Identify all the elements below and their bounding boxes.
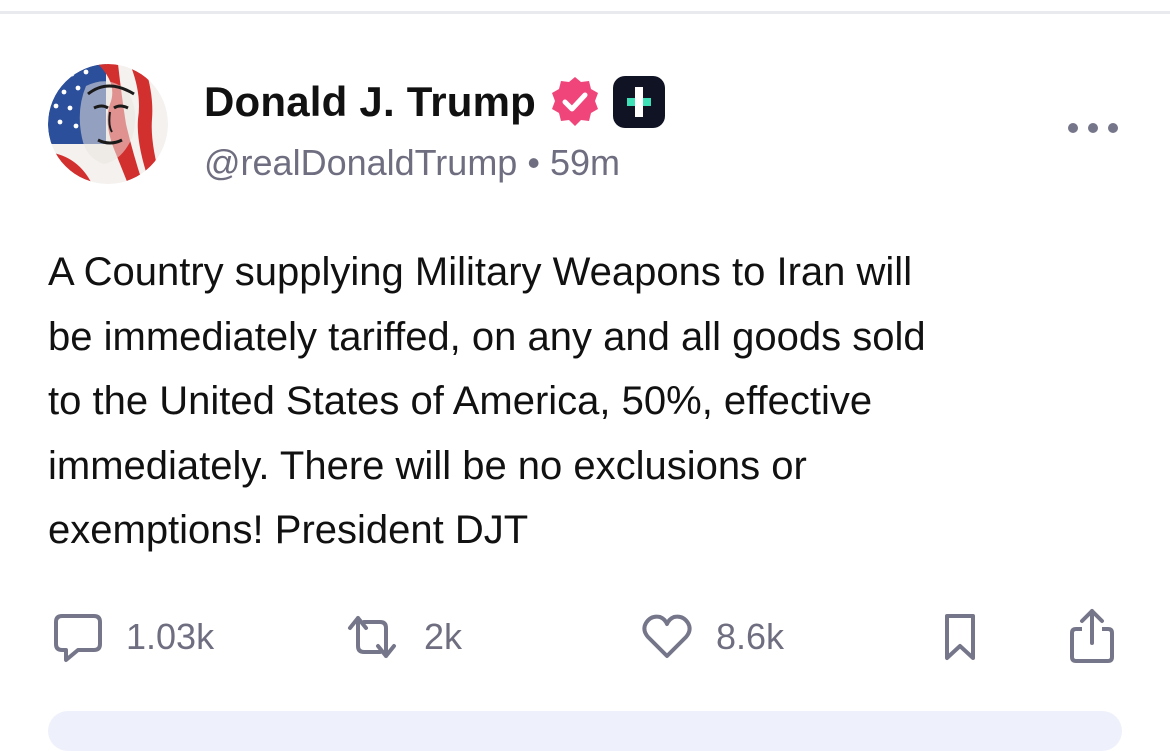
reply-button[interactable]: 1.03k — [52, 610, 214, 664]
heart-icon — [642, 614, 692, 658]
reply-icon — [54, 614, 102, 662]
verified-badge-icon — [548, 75, 602, 129]
display-name[interactable]: Donald J. Trump — [204, 78, 536, 126]
bookmark-button[interactable] — [938, 610, 982, 664]
more-options-button[interactable] — [1068, 117, 1118, 139]
next-card-edge — [48, 711, 1122, 751]
post-card: Donald J. Trump @realDonaldTrump • 59m A C… — [0, 14, 1170, 723]
avatar[interactable] — [48, 64, 168, 184]
more-dot-icon — [1088, 123, 1098, 133]
post-body-text: A Country supplying Military Weapons to … — [48, 250, 926, 552]
reply-count: 1.03k — [126, 616, 215, 657]
share-icon — [1070, 609, 1114, 663]
post-timestamp[interactable]: 59m — [550, 142, 620, 183]
top-divider — [0, 0, 1170, 14]
repost-button[interactable]: 2k — [342, 610, 462, 664]
like-button[interactable]: 8.6k — [640, 610, 784, 664]
plus-badge-icon — [612, 75, 666, 129]
bookmark-icon — [945, 614, 975, 660]
author-name-row: Donald J. Trump — [204, 74, 666, 130]
share-button[interactable] — [1066, 609, 1118, 664]
meta-separator: • — [527, 142, 540, 183]
like-count: 8.6k — [716, 616, 785, 657]
author-handle[interactable]: @realDonaldTrump — [204, 142, 517, 183]
author-meta-row: @realDonaldTrump • 59m — [204, 142, 620, 184]
more-dot-icon — [1068, 123, 1078, 133]
repost-icon — [348, 616, 396, 658]
repost-count: 2k — [424, 616, 463, 657]
more-dot-icon — [1108, 123, 1118, 133]
avatar-image — [48, 64, 168, 184]
